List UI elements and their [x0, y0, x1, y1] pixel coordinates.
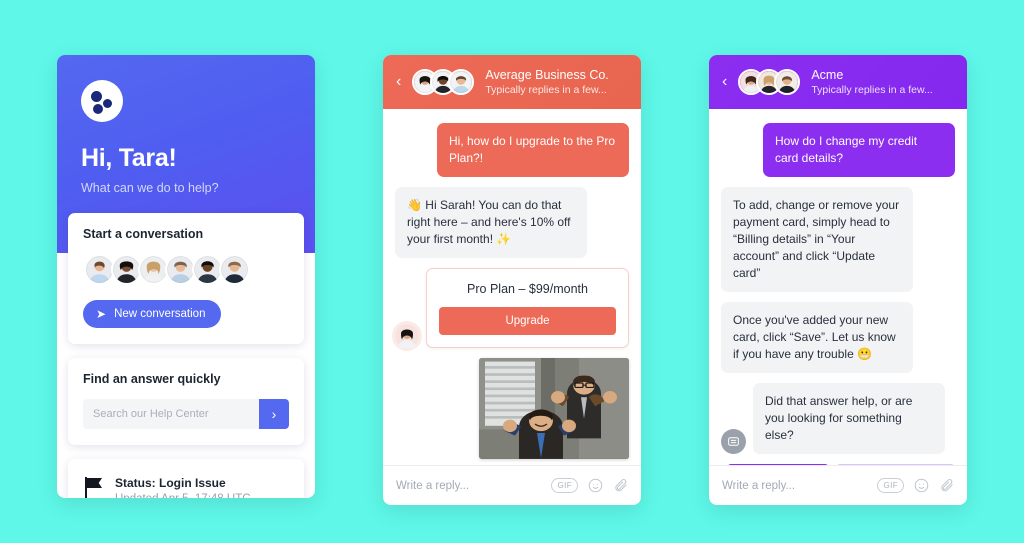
paperclip-icon[interactable] [939, 478, 954, 493]
smiley-icon[interactable] [588, 478, 603, 493]
quick-reply-that-helped[interactable]: That helped 👍 [726, 464, 830, 465]
message-bubble-user: Hi, how do I upgrade to the Pro Plan?! [437, 123, 629, 178]
new-conversation-label: New conversation [114, 308, 206, 320]
conversation-panel-average-business: ‹ Average Business Co. Typically replies… [383, 55, 641, 505]
message-bubble-bot: Once you've added your new card, click “… [721, 302, 913, 374]
conversation-title: Acme [811, 68, 844, 82]
send-icon: ➤ [96, 307, 107, 321]
bot-message-row: Did that answer help, or are you looking… [721, 383, 955, 455]
reply-input-placeholder[interactable]: Write a reply... [396, 480, 541, 492]
conversation-reply-time: Typically replies in a few... [811, 84, 933, 96]
greeting-subtitle: What can we do to help? [81, 181, 219, 195]
greeting-title: Hi, Tara! [81, 144, 177, 172]
conversation-reply-time: Typically replies in a few... [485, 84, 607, 96]
reply-input-placeholder[interactable]: Write a reply... [722, 480, 867, 492]
conversation-header: ‹ Average Business Co. Typically replies… [383, 55, 641, 109]
message-list: How do I change my credit card details? … [709, 109, 967, 465]
status-title: Status: Login Issue [115, 476, 226, 490]
avatar [774, 69, 801, 95]
avatar [448, 69, 475, 95]
smiley-icon[interactable] [914, 478, 929, 493]
help-search-row: › [83, 399, 289, 429]
status-updated-time: Updated Apr 5, 17:48 UTC [115, 493, 251, 498]
search-input[interactable] [83, 399, 259, 429]
header-avatar-group [738, 69, 801, 95]
start-conversation-card: Start a conversation ➤ New conversation [68, 213, 304, 344]
new-conversation-button[interactable]: ➤ New conversation [83, 300, 222, 328]
plan-upsell-card: Pro Plan – $99/month Upgrade [426, 268, 629, 349]
message-bubble-agent: 👋 Hi Sarah! You can do that right here –… [395, 187, 587, 259]
quick-reply-group: That helped 👍 Show me more 👀 [726, 464, 955, 465]
gif-icon[interactable]: GIF [877, 478, 904, 493]
start-conversation-title: Start a conversation [83, 227, 204, 241]
conversation-title: Average Business Co. [485, 68, 609, 82]
plan-title: Pro Plan – $99/month [467, 282, 588, 297]
gif-attachment[interactable] [479, 358, 629, 459]
chevron-right-icon: › [271, 406, 277, 422]
conversation-panel-acme: ‹ Acme Typically replies in a few... How… [709, 55, 967, 505]
quick-reply-show-me-more[interactable]: Show me more 👀 [836, 464, 955, 465]
chevron-left-icon[interactable]: ‹ [720, 74, 729, 90]
conversation-header: ‹ Acme Typically replies in a few... [709, 55, 967, 109]
paperclip-icon[interactable] [613, 478, 628, 493]
message-bubble-user: How do I change my credit card details? [763, 123, 955, 178]
message-composer[interactable]: Write a reply... GIF [383, 465, 641, 505]
status-card[interactable]: Status: Login Issue Updated Apr 5, 17:48… [68, 459, 304, 498]
home-messenger-panel: Hi, Tara! What can we do to help? Start … [57, 55, 315, 498]
message-composer[interactable]: Write a reply... GIF [709, 465, 967, 505]
avatar [219, 254, 250, 285]
teammate-avatar-row [84, 254, 289, 285]
intercom-logo-icon [81, 80, 123, 122]
header-avatar-group [412, 69, 475, 95]
bot-avatar-icon [721, 429, 746, 455]
message-list: Hi, how do I upgrade to the Pro Plan?! 👋… [383, 109, 641, 465]
upgrade-button[interactable]: Upgrade [439, 307, 616, 336]
gif-icon[interactable]: GIF [551, 478, 578, 493]
flag-icon [85, 477, 103, 498]
message-bubble-bot: Did that answer help, or are you looking… [753, 383, 945, 455]
chevron-left-icon[interactable]: ‹ [394, 74, 403, 90]
agent-avatar [395, 324, 419, 349]
message-bubble-bot: To add, change or remove your payment ca… [721, 187, 913, 293]
help-search-title: Find an answer quickly [83, 372, 221, 386]
search-submit-button[interactable]: › [259, 399, 289, 429]
screenshot-stage: Hi, Tara! What can we do to help? Start … [0, 0, 1024, 543]
agent-card-row: Pro Plan – $99/month Upgrade [395, 268, 629, 349]
help-search-card: Find an answer quickly › [68, 358, 304, 445]
